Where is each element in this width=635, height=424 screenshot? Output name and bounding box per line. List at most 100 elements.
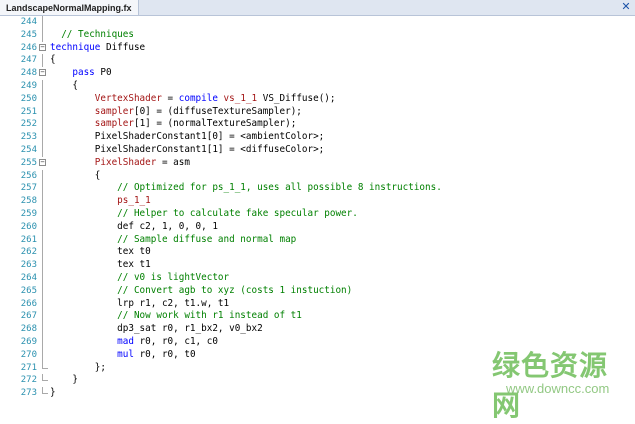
fold-guide-line bbox=[42, 80, 43, 93]
code-token: VertexShader bbox=[94, 92, 162, 104]
fold-gutter bbox=[38, 131, 50, 144]
fold-end-marker bbox=[42, 387, 48, 395]
fold-guide-line bbox=[42, 144, 43, 157]
code-line[interactable]: 259 // Helper to calculate fake specular… bbox=[0, 208, 635, 221]
fold-gutter: − bbox=[38, 157, 50, 170]
line-number: 264 bbox=[20, 273, 37, 283]
code-token: // Sample diffuse and normal map bbox=[117, 233, 297, 245]
code-line[interactable]: 261 // Sample diffuse and normal map bbox=[0, 233, 635, 247]
fold-gutter bbox=[38, 297, 50, 311]
code-line[interactable]: 247 { bbox=[0, 54, 635, 68]
fold-gutter bbox=[38, 361, 50, 375]
code-line[interactable]: 256 { bbox=[0, 169, 635, 183]
code-line[interactable]: 252 sampler[1] = (normalTextureSampler); bbox=[0, 118, 635, 132]
code-line[interactable]: 265 // Convert agb to xyz (costs 1 instu… bbox=[0, 284, 635, 298]
line-number: 255 bbox=[20, 157, 37, 168]
code-text: PixelShaderConstant1[1] = <diffuseColor>… bbox=[50, 144, 325, 157]
code-line[interactable]: 246− technique Diffuse bbox=[0, 42, 635, 55]
code-text: sampler[0] = (diffuseTextureSampler); bbox=[50, 106, 302, 119]
code-line[interactable]: 251 sampler[0] = (diffuseTextureSampler)… bbox=[0, 105, 635, 119]
fold-guide-line bbox=[42, 169, 43, 183]
code-text: } bbox=[50, 374, 78, 387]
fold-guide-line bbox=[42, 323, 43, 336]
code-line[interactable]: 244 bbox=[0, 16, 635, 29]
fold-end-marker bbox=[42, 374, 48, 382]
code-line[interactable]: 250 VertexShader = compile vs_1_1 VS_Dif… bbox=[0, 92, 635, 106]
code-line[interactable]: 255− PixelShader = asm bbox=[0, 157, 635, 170]
fold-guide-line bbox=[42, 310, 43, 324]
collapse-icon[interactable]: − bbox=[39, 69, 46, 77]
code-line[interactable]: 253 PixelShaderConstant1[0] = <ambientCo… bbox=[0, 131, 635, 144]
line-number: 253 bbox=[20, 132, 37, 143]
code-token: { bbox=[50, 169, 101, 181]
line-number: 249 bbox=[20, 81, 37, 91]
code-token: tex t1 bbox=[50, 259, 151, 271]
fold-gutter bbox=[38, 272, 50, 285]
fold-guide-line bbox=[42, 220, 43, 234]
code-token: { bbox=[50, 80, 78, 91]
code-line[interactable]: 257 // Optimized for ps_1_1, uses all po… bbox=[0, 182, 635, 196]
code-text: // Convert agb to xyz (costs 1 instuctio… bbox=[50, 285, 352, 298]
fold-gutter bbox=[38, 336, 50, 349]
code-line[interactable]: 264 // v0 is lightVector bbox=[0, 272, 635, 285]
fold-guide-line bbox=[42, 272, 43, 285]
fold-gutter bbox=[38, 208, 50, 221]
code-text: ps_1_1 bbox=[50, 195, 151, 208]
line-number: 257 bbox=[20, 183, 37, 194]
fold-guide-line bbox=[42, 182, 43, 196]
fold-gutter bbox=[38, 118, 50, 132]
collapse-icon[interactable]: − bbox=[39, 43, 46, 51]
code-text: pass P0 bbox=[50, 67, 111, 80]
code-token: = asm bbox=[156, 156, 190, 168]
code-token: tex t0 bbox=[50, 246, 151, 258]
code-token: // v0 is lightVector bbox=[117, 272, 230, 283]
code-line[interactable]: 248− pass P0 bbox=[0, 67, 635, 80]
code-line[interactable]: 245 // Techniques bbox=[0, 28, 635, 42]
code-token: } bbox=[50, 387, 56, 399]
fold-guide-line bbox=[42, 54, 43, 68]
code-line[interactable]: 249 { bbox=[0, 80, 635, 93]
fold-guide-line bbox=[42, 105, 43, 119]
code-line[interactable]: 263 tex t1 bbox=[0, 259, 635, 272]
line-number: 258 bbox=[20, 196, 37, 207]
code-token: mad bbox=[117, 336, 134, 347]
fold-guide-line bbox=[42, 131, 43, 144]
tab-landscape-normal-mapping[interactable]: LandscapeNormalMapping.fx bbox=[0, 0, 139, 15]
code-line[interactable]: 260 def c2, 1, 0, 0, 1 bbox=[0, 220, 635, 234]
line-number: 268 bbox=[20, 324, 37, 335]
code-line[interactable]: 266 lrp r1, c2, t1.w, t1 bbox=[0, 297, 635, 311]
code-token: compile bbox=[178, 92, 218, 104]
line-number: 270 bbox=[20, 349, 37, 360]
code-token: { bbox=[50, 54, 56, 66]
line-number: 246 bbox=[20, 42, 37, 53]
code-token: // Optimized for ps_1_1, uses all possib… bbox=[117, 182, 442, 194]
fold-gutter bbox=[38, 323, 50, 336]
line-number: 256 bbox=[20, 170, 37, 181]
code-line[interactable]: 254 PixelShaderConstant1[1] = <diffuseCo… bbox=[0, 144, 635, 157]
code-token: // Techniques bbox=[61, 28, 134, 40]
code-text: PixelShader = asm bbox=[50, 157, 190, 170]
line-number: 262 bbox=[20, 247, 37, 258]
code-line[interactable]: 267 // Now work with r1 instead of t1 bbox=[0, 310, 635, 324]
code-line[interactable]: 268 dp3_sat r0, r1_bx2, v0_bx2 bbox=[0, 323, 635, 336]
code-text: def c2, 1, 0, 0, 1 bbox=[50, 221, 218, 234]
code-token: VS_Diffuse(); bbox=[257, 92, 336, 104]
code-line[interactable]: 258 ps_1_1 bbox=[0, 195, 635, 208]
code-line[interactable]: 262 tex t0 bbox=[0, 246, 635, 260]
fold-gutter bbox=[38, 195, 50, 208]
collapse-icon[interactable]: − bbox=[39, 158, 46, 166]
fold-gutter bbox=[38, 310, 50, 324]
tab-title: LandscapeNormalMapping.fx bbox=[6, 2, 132, 13]
fold-guide-line bbox=[42, 233, 43, 247]
line-number: 265 bbox=[20, 285, 37, 296]
close-icon[interactable]: ✕ bbox=[619, 0, 633, 14]
code-text: dp3_sat r0, r1_bx2, v0_bx2 bbox=[50, 323, 263, 336]
code-token: lrp r1, c2, t1.w, t1 bbox=[50, 297, 230, 309]
